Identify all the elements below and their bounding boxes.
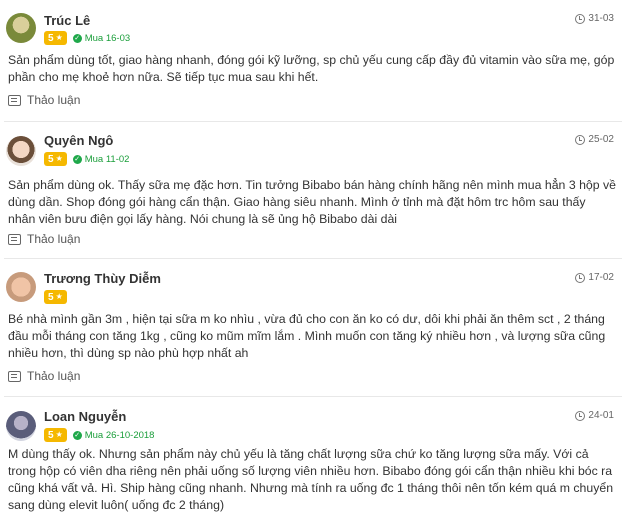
star-icon: ★ [55,33,63,42]
rating-value: 5 [48,429,54,441]
comment-icon [8,233,21,245]
review-date: 25-02 [575,134,614,145]
review-meta: 5 ★ [44,290,67,304]
clock-icon [575,272,586,283]
clock-icon [575,410,586,421]
review-date: 24-01 [575,410,614,421]
purchase-date: Mua 26-10-2018 [84,429,155,441]
purchase-date: Mua 16-03 [84,32,131,44]
clock-icon [575,13,586,24]
review-content: M dùng thấy ok. Nhưng sản phẩm này chủ y… [8,447,614,512]
discuss-button[interactable]: Thảo luận [8,369,80,383]
review-date-text: 17-02 [588,272,614,283]
review-date: 31-03 [575,13,614,24]
rating-value: 5 [48,32,54,44]
purchase-date: Mua 11-02 [84,153,130,165]
discuss-label: Thảo luận [27,369,81,383]
divider [4,258,622,259]
check-circle-icon: ✓ [72,154,82,164]
discuss-button[interactable]: Thảo luận [8,232,80,246]
star-icon: ★ [55,154,63,163]
review-date-text: 24-01 [588,410,614,421]
rating-badge: 5 ★ [44,428,67,442]
review-date-text: 25-02 [588,134,614,145]
discuss-label: Thảo luận [27,93,81,107]
rating-value: 5 [48,291,54,303]
avatar[interactable] [6,136,36,166]
discuss-button[interactable]: Thảo luận [8,93,80,107]
review-content: Sản phẩm dùng ok. Thấy sữa mẹ đặc hơn. T… [8,178,616,226]
star-icon: ★ [55,292,63,301]
review-meta: 5 ★ ✓ Mua 11-02 [44,152,129,166]
review-content: Sản phẩm dùng tốt, giao hàng nhanh, đóng… [8,53,615,84]
rating-badge: 5 ★ [44,290,67,304]
avatar[interactable] [6,411,36,441]
rating-badge: 5 ★ [44,31,67,45]
discuss-label: Thảo luận [27,232,81,246]
rating-value: 5 [48,153,54,165]
review-date-text: 31-03 [588,13,614,24]
reviewer-name: Trúc Lê [44,13,91,28]
avatar[interactable] [6,13,36,43]
rating-badge: 5 ★ [44,152,67,166]
reviewer-name: Quyên Ngô [44,133,114,148]
comment-icon [8,94,21,106]
check-circle-icon: ✓ [72,430,82,440]
clock-icon [575,134,586,145]
review-meta: 5 ★ ✓ Mua 16-03 [44,31,130,45]
star-icon: ★ [55,430,63,439]
reviewer-name: Loan Nguyễn [44,409,127,424]
divider [4,396,622,397]
comment-icon [8,370,21,382]
review-content: Bé nhà mình gần 3m , hiện tại sữa m ko n… [8,312,606,360]
avatar[interactable] [6,272,36,302]
check-circle-icon: ✓ [72,33,82,43]
purchase-badge: ✓ Mua 11-02 [72,153,130,165]
review-meta: 5 ★ ✓ Mua 26-10-2018 [44,428,154,442]
review-date: 17-02 [575,272,614,283]
reviewer-name: Trương Thùy Diễm [44,271,161,286]
purchase-badge: ✓ Mua 26-10-2018 [72,429,155,441]
divider [4,121,622,122]
purchase-badge: ✓ Mua 16-03 [72,32,131,44]
